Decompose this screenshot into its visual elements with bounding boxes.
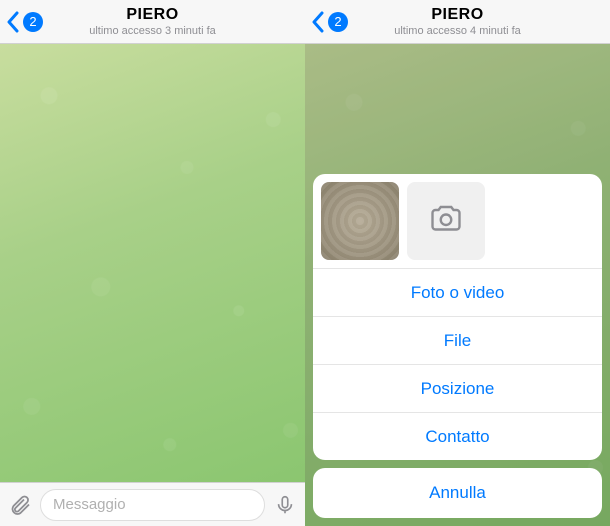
back-button[interactable]: 2 (0, 11, 43, 33)
chevron-left-icon (311, 11, 324, 33)
header: 2 PIERO ultimo accesso 3 minuti fa (0, 0, 305, 44)
mic-icon[interactable] (271, 490, 299, 520)
input-bar (0, 482, 305, 526)
attach-icon[interactable] (6, 490, 34, 520)
chat-screen-right: 2 PIERO ultimo accesso 4 minuti fa Foto … (305, 0, 610, 526)
unread-badge: 2 (328, 12, 348, 32)
chevron-left-icon (6, 11, 19, 33)
chat-background (0, 44, 305, 482)
photo-thumbnail[interactable] (321, 182, 399, 260)
action-contact[interactable]: Contatto (313, 412, 602, 460)
message-input[interactable] (40, 489, 265, 521)
action-sheet-options: Foto o video File Posizione Contatto (313, 174, 602, 460)
camera-button[interactable] (407, 182, 485, 260)
chat-title: PIERO (0, 6, 305, 24)
header: 2 PIERO ultimo accesso 4 minuti fa (305, 0, 610, 44)
camera-icon (428, 201, 464, 242)
back-button[interactable]: 2 (305, 11, 348, 33)
unread-badge: 2 (23, 12, 43, 32)
action-sheet: Foto o video File Posizione Contatto Ann… (313, 174, 602, 518)
action-file[interactable]: File (313, 316, 602, 364)
chat-subtitle: ultimo accesso 3 minuti fa (0, 25, 305, 37)
action-cancel[interactable]: Annulla (313, 468, 602, 518)
action-location[interactable]: Posizione (313, 364, 602, 412)
chat-screen-left: 2 PIERO ultimo accesso 3 minuti fa (0, 0, 305, 526)
action-photo-video[interactable]: Foto o video (313, 268, 602, 316)
chat-title: PIERO (305, 6, 610, 24)
chat-subtitle: ultimo accesso 4 minuti fa (305, 25, 610, 37)
attachment-thumbnails (313, 174, 602, 268)
